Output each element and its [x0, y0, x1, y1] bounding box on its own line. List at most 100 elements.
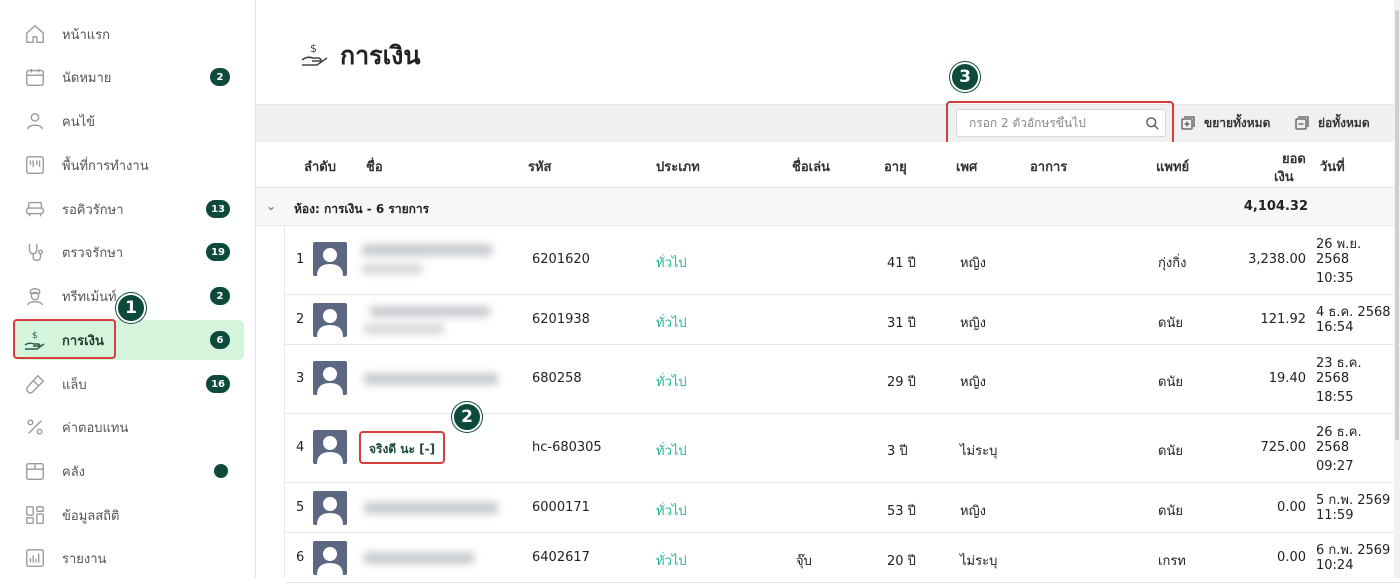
column-header-index[interactable]: ลำดับ — [304, 156, 336, 177]
column-header-gender[interactable]: เพศ — [956, 156, 977, 177]
sidebar-item-appointments[interactable]: นัดหมาย 2 — [14, 57, 244, 97]
blurred-name — [364, 373, 498, 385]
row-index: 2 — [296, 312, 305, 327]
row-type-link[interactable]: ทั่วไป — [656, 440, 687, 461]
row-date-line2: 2568 — [1316, 252, 1350, 267]
row-gender: หญิง — [960, 256, 986, 271]
sidebar-item-statistics[interactable]: ข้อมูลสถิติ — [14, 495, 244, 535]
row-code: 6201620 — [532, 252, 590, 267]
sidebar-item-reports[interactable]: รายงาน — [14, 538, 244, 578]
collapse-all-button[interactable]: ย่อทั้งหมด — [1294, 113, 1370, 133]
row-type-link[interactable]: ทั่วไป — [656, 252, 687, 273]
sidebar-item-queue[interactable]: รอคิวรักษา 13 — [14, 189, 244, 229]
highlight-outline-name — [359, 431, 445, 464]
row-age: 20 ปี — [887, 554, 916, 569]
count-badge: 16 — [206, 375, 230, 393]
sidebar-item-lab[interactable]: แล็บ 16 — [14, 364, 244, 404]
row-type-link[interactable]: ทั่วไป — [656, 312, 687, 333]
table-row[interactable]: 6 6402617 ทั่วไป จุ๊บ 20 ปี ไม่ระบุ เกรท… — [285, 533, 1400, 583]
table-row[interactable]: 3 680258 ทั่วไป 29 ปี หญิง ดนัย 19.40 23… — [285, 345, 1400, 414]
table-row[interactable]: 2 6201938 ทั่วไป 31 ปี หญิง ดนัย 121.92 … — [285, 295, 1400, 345]
sidebar-item-commission[interactable]: ค่าตอบแทน — [14, 407, 244, 447]
column-header-name[interactable]: ชื่อ — [366, 156, 383, 177]
row-code: 6402617 — [532, 550, 590, 565]
avatar — [313, 541, 347, 575]
expand-all-button[interactable]: ขยายทั้งหมด — [1180, 113, 1270, 133]
row-index: 1 — [296, 252, 305, 267]
row-gender: หญิง — [960, 316, 986, 331]
column-header-doctor[interactable]: แพทย์ — [1156, 156, 1189, 177]
row-amount: 121.92 — [1260, 312, 1307, 327]
avatar — [313, 430, 347, 464]
sidebar-item-home[interactable]: หน้าแรก — [14, 14, 244, 54]
step-marker-2: 2 — [452, 402, 482, 432]
search-input[interactable] — [957, 116, 1139, 130]
avatar — [313, 242, 347, 276]
avatar — [313, 361, 347, 395]
row-type-link[interactable]: ทั่วไป — [656, 550, 687, 571]
row-type-link[interactable]: ทั่วไป — [656, 500, 687, 521]
column-header-type[interactable]: ประเภท — [656, 156, 700, 177]
sidebar-item-label: นัดหมาย — [62, 70, 112, 86]
row-date-line2: 2568 — [1316, 440, 1350, 455]
sidebar-item-label: หน้าแรก — [62, 27, 110, 43]
count-badge: 6 — [210, 331, 230, 349]
row-age: 41 ปี — [887, 256, 916, 271]
search-box — [956, 109, 1166, 137]
sidebar-item-label: คลัง — [62, 464, 86, 480]
row-doctor: ดนัย — [1158, 504, 1183, 519]
row-amount: 0.00 — [1277, 500, 1306, 515]
count-badge: 2 — [210, 287, 230, 305]
row-index: 4 — [296, 440, 305, 455]
column-header-age[interactable]: อายุ — [884, 156, 907, 177]
sidebar-item-workspace[interactable]: พื้นที่การทำงาน — [14, 145, 244, 185]
highlight-outline-finance — [13, 319, 116, 359]
row-doctor: เกรท — [1158, 554, 1186, 569]
row-amount: 725.00 — [1260, 440, 1307, 455]
sidebar-item-examination[interactable]: ตรวจรักษา 19 — [14, 232, 244, 272]
column-header-code[interactable]: รหัส — [528, 156, 552, 177]
workspace-icon — [22, 152, 48, 178]
row-date-line3: 09:27 — [1316, 459, 1354, 474]
group-total: 4,104.32 — [1243, 199, 1308, 214]
sidebar-item-inventory[interactable]: คลัง — [14, 451, 244, 491]
column-header-nickname[interactable]: ชื่อเล่น — [792, 156, 830, 177]
group-row[interactable]: ⌄ ห้อง: การเงิน - 6 รายการ 4,104.32 — [256, 188, 1400, 226]
report-chart-icon — [22, 545, 48, 571]
row-type-link[interactable]: ทั่วไป — [656, 371, 687, 392]
row-date-line1: 4 ธ.ค. 2568 — [1316, 305, 1391, 320]
blurred-name — [362, 244, 492, 274]
expand-plus-icon — [1180, 115, 1196, 131]
search-icon[interactable] — [1139, 116, 1165, 131]
table-row[interactable]: 4 จริงดี นะ [-] hc-680305 ทั่วไป 3 ปี ไม… — [285, 414, 1400, 483]
lab-tube-icon — [22, 371, 48, 397]
row-amount: 0.00 — [1277, 550, 1306, 565]
row-code: 680258 — [532, 371, 582, 386]
column-header-symptom[interactable]: อาการ — [1030, 156, 1067, 177]
table-row[interactable]: 1 6201620 ทั่วไป 41 ปี หญิง กุ่งกิ่ง 3,2… — [285, 226, 1400, 295]
row-date-line1: 23 ธ.ค. — [1316, 356, 1362, 371]
row-index: 3 — [296, 371, 305, 386]
scrollbar[interactable] — [1394, 0, 1400, 578]
row-date-line1: 26 พ.ย. — [1316, 237, 1362, 252]
main-content: $ การเงิน 3 ขยายทั้งหมด ย่อทั้งหมด ลำดับ… — [256, 0, 1400, 583]
row-amount: 19.40 — [1268, 371, 1306, 386]
chevron-down-icon[interactable]: ⌄ — [266, 199, 276, 213]
blurred-name — [364, 306, 490, 334]
blurred-name — [364, 552, 474, 564]
finance-icon: $ — [300, 40, 330, 72]
column-header-date[interactable]: วันที่ — [1320, 156, 1345, 177]
table-row[interactable]: 5 6000171 ทั่วไป 53 ปี หญิง ดนัย 0.00 5 … — [285, 483, 1400, 533]
scrollbar-thumb[interactable] — [1395, 10, 1399, 440]
sidebar-item-label: คนไข้ — [62, 114, 96, 130]
sidebar-item-label: รอคิวรักษา — [62, 202, 124, 218]
collapse-all-label: ย่อทั้งหมด — [1318, 115, 1370, 130]
table-header: ลำดับ ชื่อ รหัส ประเภท ชื่อเล่น อายุ เพศ… — [256, 142, 1400, 188]
column-header-amount-line2[interactable]: เงิน — [1274, 166, 1294, 187]
sidebar-item-patients[interactable]: คนไข้ — [14, 101, 244, 141]
group-label: ห้อง: การเงิน - 6 รายการ — [294, 202, 430, 216]
nurse-icon — [22, 283, 48, 309]
row-age: 29 ปี — [887, 375, 916, 390]
status-dot — [214, 464, 228, 478]
sidebar-item-label: ข้อมูลสถิติ — [62, 508, 120, 524]
